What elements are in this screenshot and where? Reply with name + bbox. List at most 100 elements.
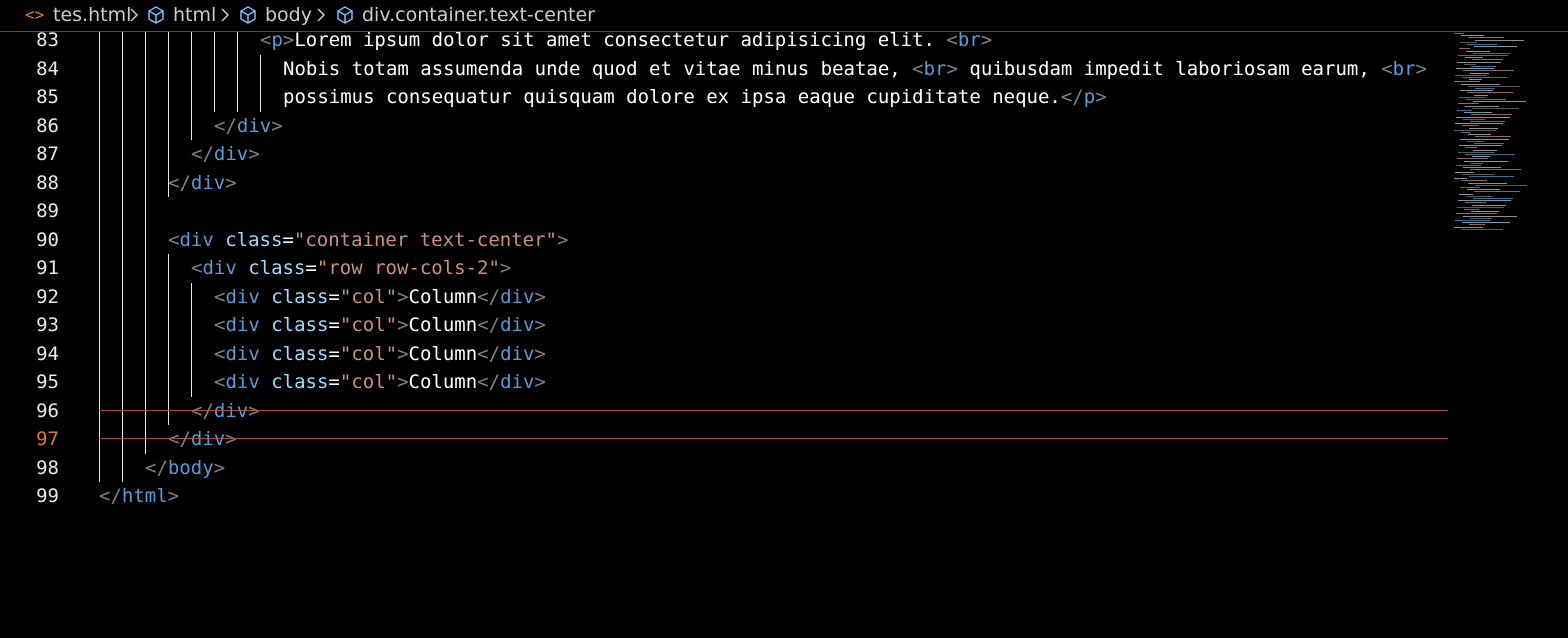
indent-guide <box>260 54 261 112</box>
line-number: 84 <box>36 57 59 80</box>
line-number: 88 <box>36 171 59 194</box>
minimap-line <box>1462 222 1510 224</box>
indent-guide <box>99 31 100 482</box>
minimap-line <box>1456 116 1510 118</box>
breadcrumb-item-html[interactable]: html <box>173 3 216 27</box>
line-number: 90 <box>36 228 59 251</box>
minimap-line <box>1460 41 1477 43</box>
line-code: </div> <box>168 171 237 194</box>
element-cube-icon <box>148 6 164 24</box>
line-number: 85 <box>36 86 59 108</box>
breadcrumb-item-div-container[interactable]: div.container.text-center <box>362 3 595 27</box>
minimap-line <box>1454 33 1464 34</box>
minimap-line <box>1458 151 1495 153</box>
line-code: possimus consequatur quisquam dolore ex … <box>283 86 1107 108</box>
editor-window: <> tes.html html body div.container.text… <box>0 0 1568 638</box>
minimap-line <box>1465 154 1515 155</box>
code-line[interactable]: 98 </body> <box>0 454 1568 482</box>
minimap-line <box>1466 50 1490 52</box>
minimap-line <box>1454 129 1496 131</box>
line-code: </body> <box>145 456 226 479</box>
element-cube-icon <box>337 6 353 24</box>
minimap-line <box>1469 176 1514 177</box>
minimap-line <box>1459 145 1502 147</box>
minimap-line <box>1463 215 1517 217</box>
minimap-line <box>1468 85 1520 87</box>
indent-guide <box>122 31 123 482</box>
line-number: 97 <box>36 428 59 450</box>
line-code: </div> <box>168 428 237 450</box>
code-line[interactable]: 99 </html> <box>0 482 1568 510</box>
minimap-line <box>1456 213 1497 215</box>
code-line[interactable]: 97 </div> <box>0 425 1568 453</box>
minimap-line <box>1462 173 1494 175</box>
line-number: 94 <box>36 342 59 365</box>
minimap-line <box>1460 187 1480 188</box>
minimap-line <box>1474 94 1488 96</box>
code-line[interactable]: 90 <div class="container text-center"> <box>0 226 1568 254</box>
minimap-line <box>1473 149 1497 151</box>
minimap-line <box>1469 79 1482 81</box>
code-editor[interactable]: 83 <p>Lorem ipsum dolor sit amet consecte… <box>0 31 1568 638</box>
code-line[interactable]: 88 </div> <box>0 169 1568 197</box>
code-line[interactable]: 89 <box>0 197 1568 225</box>
minimap-line <box>1465 202 1486 204</box>
minimap-line <box>1463 70 1514 72</box>
minimap-line <box>1472 59 1503 61</box>
line-number: 86 <box>36 114 59 137</box>
line-code: </div> <box>191 143 260 165</box>
code-line[interactable]: 86 </div> <box>0 112 1568 140</box>
line-number: 93 <box>36 314 59 336</box>
minimap-line <box>1458 55 1508 56</box>
breadcrumb-item-body[interactable]: body <box>265 3 312 27</box>
minimap-line <box>1457 158 1488 160</box>
minimap-line <box>1454 178 1467 180</box>
code-line[interactable]: 94 <div class="col">Column</div> <box>0 340 1568 368</box>
indent-guide <box>191 282 192 397</box>
minimap-line <box>1468 182 1507 184</box>
minimap-line <box>1474 191 1520 193</box>
line-number: 98 <box>36 456 59 479</box>
code-line[interactable]: 84 Nobis totam assumenda unde quod et vit… <box>0 55 1568 83</box>
line-code: Nobis totam assumenda unde quod et vitae… <box>283 57 1427 80</box>
minimap-line <box>1475 184 1527 186</box>
minimap-line <box>1459 48 1470 50</box>
code-line[interactable]: 91 <div class="row row-cols-2"> <box>0 254 1568 282</box>
minimap-line <box>1461 35 1484 37</box>
minimap-line <box>1469 127 1498 129</box>
indent-guide <box>145 31 146 454</box>
minimap-line <box>1466 99 1506 100</box>
minimap-line <box>1473 198 1513 199</box>
indent-guide <box>237 31 238 112</box>
minimap[interactable] <box>1454 31 1554 231</box>
minimap-line <box>1474 143 1504 144</box>
minimap-line <box>1467 189 1500 191</box>
code-line[interactable]: 93 <div class="col">Column</div> <box>0 311 1568 339</box>
minimap-line <box>1464 160 1508 162</box>
code-line[interactable]: 95 <div class="col">Column</div> <box>0 368 1568 396</box>
minimap-line <box>1459 193 1473 195</box>
code-line[interactable]: 92 <div class="col">Column</div> <box>0 283 1568 311</box>
minimap-line <box>1470 217 1492 219</box>
line-code: <div class="col">Column</div> <box>214 314 546 336</box>
minimap-line <box>1456 165 1481 166</box>
minimap-line <box>1471 66 1496 67</box>
line-number: 95 <box>36 371 59 393</box>
minimap-line <box>1465 105 1499 107</box>
code-line[interactable]: 87 </div> <box>0 140 1568 168</box>
minimap-line <box>1463 167 1501 169</box>
minimap-line <box>1457 110 1472 111</box>
breadcrumb-item-file[interactable]: tes.html <box>53 3 131 27</box>
minimap-line <box>1454 226 1483 228</box>
minimap-line <box>1457 206 1504 208</box>
minimap-line <box>1468 37 1504 39</box>
minimap-line <box>1457 61 1501 63</box>
minimap-line <box>1456 68 1494 70</box>
indent-guide <box>168 254 169 425</box>
minimap-line <box>1475 136 1511 138</box>
code-line[interactable]: 85 possimus consequatur quisquam dolore e… <box>0 83 1568 111</box>
minimap-line <box>1464 112 1492 114</box>
code-line[interactable]: 83 <p>Lorem ipsum dolor sit amet consecte… <box>0 31 1568 54</box>
minimap-line <box>1472 107 1519 109</box>
minimap-line <box>1455 74 1487 76</box>
